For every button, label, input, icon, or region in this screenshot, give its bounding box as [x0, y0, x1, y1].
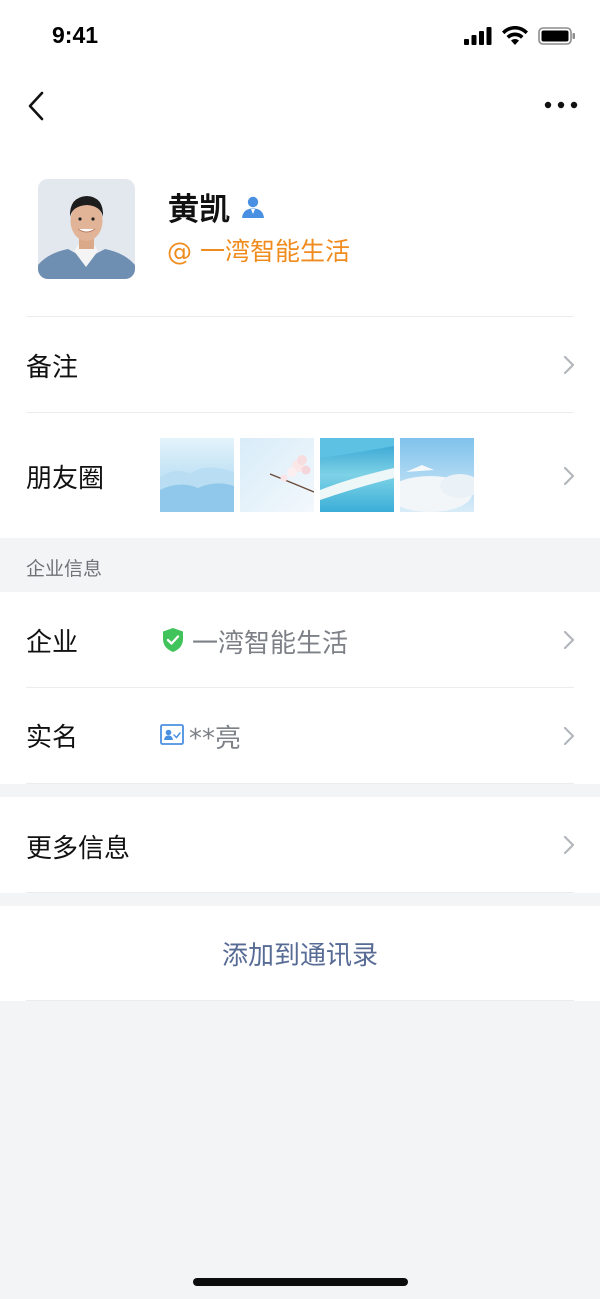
moments-thumbnail[interactable]	[160, 438, 234, 512]
home-indicator[interactable]	[193, 1278, 408, 1286]
more-info-card: 更多信息	[0, 797, 600, 893]
moments-label: 朋友圈	[26, 464, 105, 494]
signal-icon	[464, 26, 492, 45]
status-bar: 9:41	[0, 0, 600, 74]
chevron-right-icon	[563, 355, 575, 375]
realname-row[interactable]: 实名 **亮	[0, 688, 600, 783]
wifi-icon	[502, 26, 528, 45]
profile-card: 黄凯 @ 一湾智能生活 备注 朋友圈	[0, 138, 600, 538]
status-time: 9:41	[52, 22, 99, 48]
realname-value: **亮	[189, 724, 242, 754]
chevron-right-icon	[563, 630, 575, 650]
section-header-label: 企业信息	[26, 558, 103, 580]
company-label: 企业	[26, 628, 79, 658]
more-info-row[interactable]: 更多信息	[0, 797, 600, 892]
add-contact-card: 添加到通讯录	[0, 906, 600, 1001]
name-row: 黄凯	[168, 184, 266, 229]
verified-shield-icon	[163, 628, 183, 652]
realname-label: 实名	[26, 723, 79, 753]
more-dots-icon	[544, 101, 578, 109]
empty-background	[0, 1001, 600, 1299]
chevron-right-icon	[563, 466, 575, 486]
moments-thumbnail[interactable]	[320, 438, 394, 512]
company-row[interactable]: 企业 一湾智能生活	[0, 592, 600, 687]
status-icons	[464, 26, 576, 45]
enterprise-card: 企业 一湾智能生活 实名 **亮	[0, 592, 600, 784]
section-header-enterprise: 企业信息	[0, 538, 600, 592]
nav-bar	[0, 74, 600, 138]
chevron-right-icon	[563, 726, 575, 746]
battery-icon	[538, 26, 575, 45]
add-to-contacts-button[interactable]: 添加到通讯录	[0, 906, 600, 1001]
divider	[26, 783, 574, 784]
moments-thumbnail[interactable]	[400, 438, 474, 512]
back-arrow-icon	[28, 91, 44, 121]
moments-thumbnails	[160, 438, 474, 512]
remark-label: 备注	[26, 353, 79, 383]
avatar[interactable]	[38, 179, 135, 279]
remark-row[interactable]: 备注	[0, 317, 600, 412]
divider	[26, 892, 574, 893]
add-to-contacts-label: 添加到通讯录	[221, 941, 378, 971]
contact-name: 黄凯	[168, 192, 230, 228]
id-card-icon	[160, 724, 184, 745]
chevron-right-icon	[563, 835, 575, 855]
back-button[interactable]	[16, 86, 56, 126]
more-button[interactable]	[542, 88, 582, 124]
more-info-label: 更多信息	[26, 834, 131, 864]
company-value: 一湾智能生活	[192, 629, 349, 659]
moments-thumbnail[interactable]	[240, 438, 314, 512]
contact-person-icon	[242, 196, 264, 218]
company-tag[interactable]: @ 一湾智能生活	[167, 232, 350, 268]
